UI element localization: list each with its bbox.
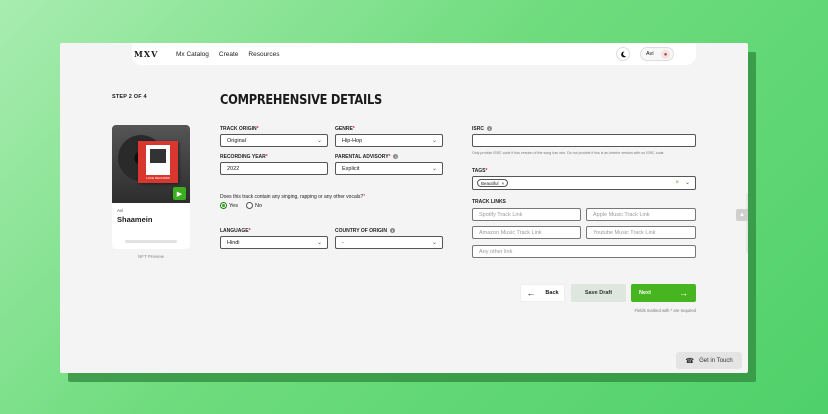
cover-text: LOVE RECORDS	[146, 176, 170, 180]
chevron-down-icon: ⌄	[431, 138, 437, 144]
clear-icon[interactable]: ×	[675, 180, 679, 186]
track-links-label: TRACK LINKS	[472, 199, 506, 205]
info-icon[interactable]: i	[393, 154, 399, 160]
nav-link-catalog[interactable]: Mx Catalog	[176, 51, 209, 58]
app-window: MXV Mx Catalog Create Resources Avi ● ST…	[60, 43, 748, 373]
tags-input[interactable]: Beautiful × × ⌄	[472, 176, 696, 190]
arrow-left-icon: ←	[526, 288, 536, 298]
chevron-down-icon: ⌄	[431, 166, 437, 172]
back-button[interactable]: ← Back	[520, 284, 565, 302]
tag-chip[interactable]: Beautiful ×	[477, 179, 509, 187]
avatar-icon: ●	[661, 50, 670, 59]
other-link-input[interactable]: Any other link	[472, 245, 696, 258]
amazon-music-link-input[interactable]: Amazon Music Track Link	[472, 226, 581, 239]
apple-music-link-input[interactable]: Apple Music Track Link	[586, 208, 696, 221]
headset-icon: ☎	[685, 357, 695, 365]
nft-preview-label: NFT Preview	[138, 254, 164, 259]
country-label: COUNTRY OF ORIGIN i	[335, 228, 395, 234]
moon-icon	[620, 51, 626, 57]
info-icon[interactable]: i	[389, 228, 395, 234]
vocals-radio-no[interactable]: No	[246, 202, 262, 209]
nav-link-create[interactable]: Create	[219, 51, 239, 58]
preview-track-title: Shaamein	[117, 215, 153, 224]
track-origin-label: TRACK ORIGIN*	[220, 126, 259, 132]
scrollbar[interactable]	[746, 193, 748, 253]
genre-label: GENRE*	[335, 126, 355, 132]
vocals-radio-yes[interactable]: Yes	[220, 202, 238, 209]
vocals-question: Does this track contain any singing, rap…	[220, 194, 366, 200]
save-draft-button[interactable]: Save Draft	[571, 284, 626, 302]
theme-toggle-button[interactable]	[616, 47, 630, 61]
album-sleeve-graphic: LOVE RECORDS	[138, 141, 178, 183]
parental-advisory-label: PARENTAL ADVISORY* i	[335, 154, 399, 160]
genre-select[interactable]: Hip-Hop ⌄	[335, 134, 443, 147]
required-footnote: Fields marked with * are required	[634, 308, 696, 313]
arrow-right-icon: →	[679, 288, 688, 298]
user-menu[interactable]: Avi ●	[640, 47, 674, 61]
page-title: COMPREHENSIVE DETAILS	[220, 93, 382, 108]
country-select[interactable]: - ⌄	[335, 236, 443, 249]
chevron-down-icon: ⌄	[316, 240, 322, 246]
language-label: LANGUAGE*	[220, 228, 251, 234]
spotify-link-input[interactable]: Spotify Track Link	[472, 208, 581, 221]
next-button[interactable]: Next →	[631, 284, 696, 302]
language-select[interactable]: Hindi ⌄	[220, 236, 328, 249]
track-origin-select[interactable]: Original ⌄	[220, 134, 328, 147]
isrc-input[interactable]	[472, 134, 696, 147]
parental-advisory-select[interactable]: Explicit ⌄	[335, 162, 443, 175]
feedback-tab-icon[interactable]: ▲	[736, 209, 748, 221]
tags-label: TAGS*	[472, 168, 488, 174]
brand-logo[interactable]: MXV	[134, 49, 176, 59]
close-icon[interactable]: ×	[502, 181, 505, 186]
recording-year-label: RECORDING YEAR*	[220, 154, 268, 160]
nav-link-resources[interactable]: Resources	[248, 51, 279, 58]
recording-year-input[interactable]: 2022	[220, 162, 328, 175]
chevron-down-icon: ⌄	[316, 138, 322, 144]
chevron-down-icon[interactable]: ⌄	[685, 180, 690, 186]
info-icon[interactable]: i	[486, 126, 492, 132]
chevron-down-icon: ⌄	[431, 240, 437, 246]
isrc-help-text: Only provide ISRC code if this version o…	[472, 151, 665, 155]
play-icon[interactable]: ▶	[173, 187, 186, 200]
preview-artist: Avi	[117, 208, 124, 213]
isrc-label: ISRC i	[472, 126, 492, 132]
step-indicator: STEP 2 OF 4	[112, 94, 147, 100]
preview-progress-bar	[125, 240, 177, 243]
nft-preview-card: LOVE RECORDS ▶ Avi Shaamein	[112, 125, 190, 249]
get-in-touch-button[interactable]: ☎ Get in Touch	[676, 352, 742, 369]
top-nav: MXV Mx Catalog Create Resources Avi ●	[132, 43, 696, 65]
youtube-music-link-input[interactable]: Youtube Music Track Link	[586, 226, 696, 239]
user-name: Avi	[646, 51, 654, 57]
